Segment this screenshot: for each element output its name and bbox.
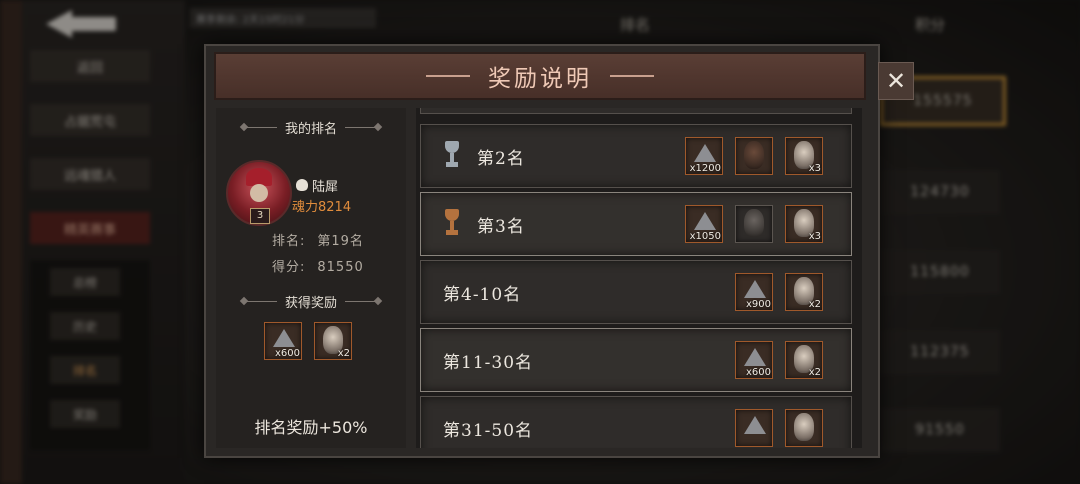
soul-gem-icon bbox=[744, 348, 766, 366]
title-ornament bbox=[426, 75, 470, 77]
reward-item-gem[interactable]: x1200 bbox=[685, 137, 723, 175]
reward-qty: x1050 bbox=[689, 231, 721, 242]
soul-gem-icon bbox=[744, 416, 766, 434]
rank-label: 第31-50名 bbox=[443, 421, 534, 441]
player-name: 陆犀 bbox=[312, 180, 339, 195]
reward-item-mask[interactable] bbox=[735, 137, 773, 175]
list-item bbox=[420, 108, 852, 114]
reward-qty: x900 bbox=[745, 299, 771, 310]
rank-label: 第2名 bbox=[477, 149, 525, 169]
reward-item-mask[interactable]: x3 bbox=[785, 137, 823, 175]
rank-label: 第4-10名 bbox=[443, 285, 522, 305]
score-stat: 得分: 81550 bbox=[272, 256, 364, 275]
reward-qty: x3 bbox=[808, 163, 821, 174]
my-rank-header-text: 我的排名 bbox=[284, 122, 337, 137]
reward-qty: x1200 bbox=[689, 163, 721, 174]
rewards-header: 获得奖励 bbox=[216, 292, 406, 311]
reward-item-mask[interactable]: x2 bbox=[314, 322, 352, 360]
rank-value: 第19名 bbox=[317, 234, 364, 249]
dialog-title: 奖励说明 bbox=[488, 66, 592, 92]
reward-item-mask[interactable] bbox=[735, 205, 773, 243]
reward-qty: x2 bbox=[808, 367, 821, 378]
reward-item-gem[interactable] bbox=[735, 409, 773, 447]
reward-qty: x2 bbox=[337, 348, 350, 359]
score-value: 81550 bbox=[317, 260, 364, 275]
list-item[interactable]: 第31-50名 bbox=[420, 396, 852, 448]
list-item[interactable]: 第3名 x1050 x3 bbox=[420, 192, 852, 256]
soul-gem-icon bbox=[694, 144, 716, 162]
reward-qty: x3 bbox=[808, 231, 821, 242]
reward-qty: x2 bbox=[808, 299, 821, 310]
reward-item-gem[interactable]: x1050 bbox=[685, 205, 723, 243]
rank-label: 第11-30名 bbox=[443, 353, 534, 373]
close-button[interactable]: ✕ bbox=[878, 62, 914, 100]
reward-item-gem[interactable]: x900 bbox=[735, 273, 773, 311]
reward-qty: x600 bbox=[745, 367, 771, 378]
silver-trophy-icon bbox=[445, 141, 459, 169]
skull-icon bbox=[296, 179, 308, 191]
mask-icon bbox=[744, 141, 764, 169]
my-rank-header: 我的排名 bbox=[216, 118, 406, 137]
soul-gem-icon bbox=[694, 212, 716, 230]
list-item[interactable]: 第2名 x1200 x3 bbox=[420, 124, 852, 188]
reward-item-mask[interactable] bbox=[785, 409, 823, 447]
rank-reward-list[interactable]: 第2名 x1200 x3 第3名 x1050 x3 第4-10名 x900 x2… bbox=[416, 108, 862, 448]
rank-label: 第3名 bbox=[477, 217, 525, 237]
soul-gem-icon bbox=[744, 280, 766, 298]
reward-item-mask[interactable]: x3 bbox=[785, 205, 823, 243]
rank-stat: 排名: 第19名 bbox=[272, 230, 364, 249]
reward-info-dialog: 奖励说明 我的排名 3 陆犀 魂力8214 排名: 第19名 得分: 81550 获… bbox=[204, 44, 880, 458]
player-power: 魂力8214 bbox=[292, 200, 352, 215]
rank-bonus-text: 排名奖励+50% bbox=[254, 418, 368, 437]
reward-qty: x600 bbox=[274, 348, 300, 359]
mask-icon bbox=[794, 413, 814, 441]
dialog-title-bar: 奖励说明 bbox=[214, 52, 866, 100]
score-label: 得分: bbox=[272, 260, 306, 275]
bronze-trophy-icon bbox=[445, 209, 459, 237]
reward-item-gem[interactable]: x600 bbox=[264, 322, 302, 360]
mask-icon bbox=[744, 209, 764, 237]
soul-gem-icon bbox=[273, 329, 295, 347]
reward-item-mask[interactable]: x2 bbox=[785, 273, 823, 311]
reward-item-gem[interactable]: x600 bbox=[735, 341, 773, 379]
my-rank-panel: 我的排名 3 陆犀 魂力8214 排名: 第19名 得分: 81550 获得奖励 x… bbox=[216, 108, 406, 448]
reward-item-mask[interactable]: x2 bbox=[785, 341, 823, 379]
close-icon: ✕ bbox=[885, 67, 907, 95]
rank-label: 排名: bbox=[272, 234, 306, 249]
list-item[interactable]: 第11-30名 x600 x2 bbox=[420, 328, 852, 392]
list-item[interactable]: 第4-10名 x900 x2 bbox=[420, 260, 852, 324]
avatar-level-badge: 3 bbox=[250, 208, 270, 224]
title-ornament bbox=[610, 75, 654, 77]
rewards-header-text: 获得奖励 bbox=[284, 296, 337, 311]
